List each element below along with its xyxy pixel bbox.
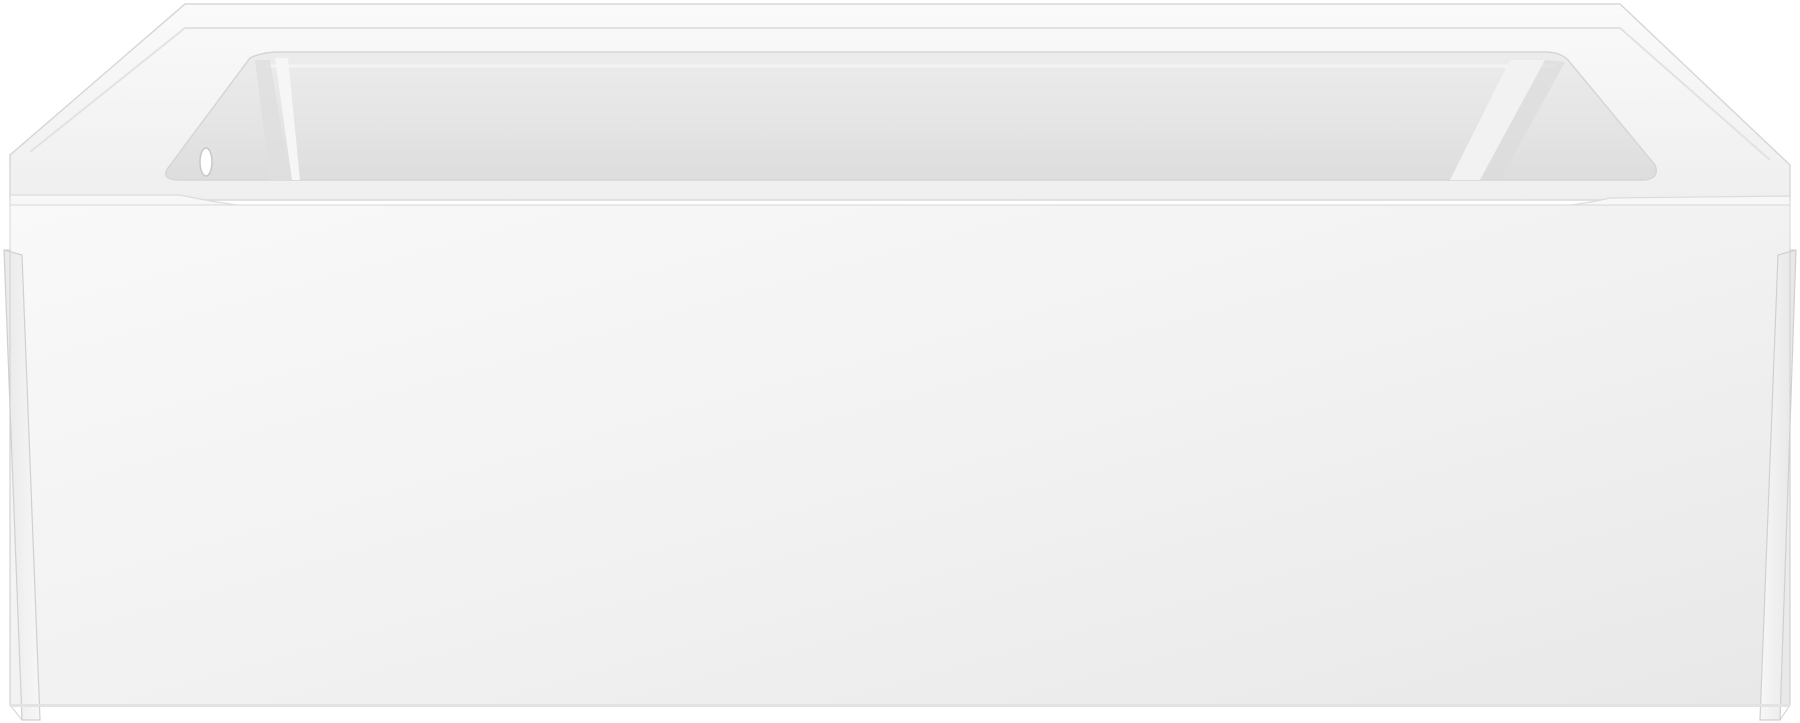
product-image-stage [0,0,1800,723]
tub-apron [9,204,1791,706]
tub-basin [165,51,1657,181]
floor-shadow [10,704,1790,707]
bathtub-illustration [3,3,1797,721]
overflow-drain-icon [199,147,213,177]
